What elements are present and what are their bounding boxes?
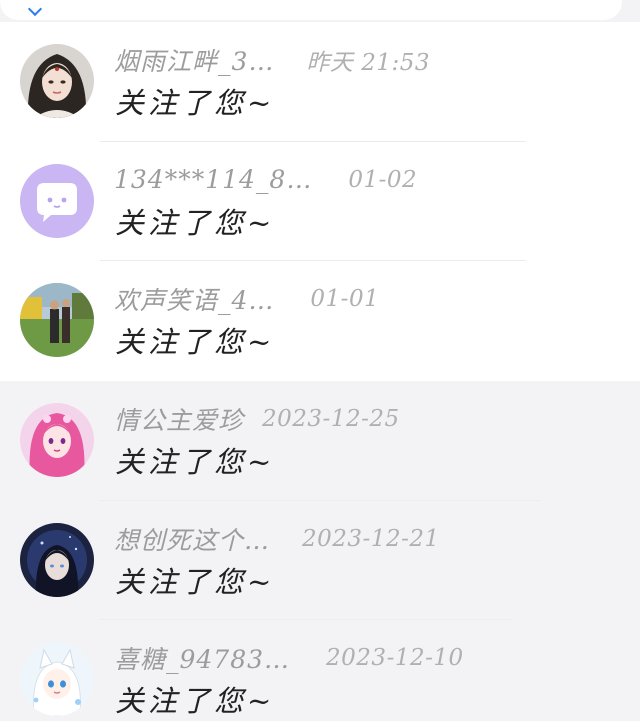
user-name[interactable]: 烟雨江畔_3… (114, 42, 274, 78)
user-name[interactable]: 134***114_8… (114, 165, 312, 194)
item-header: 情公主爱珍 2023-12-25 (114, 401, 400, 437)
avatar[interactable] (20, 44, 94, 118)
pink-anime-girl-icon (20, 403, 94, 478)
message-text: 关注了您~ (115, 325, 276, 360)
list-item[interactable]: 情公主爱珍 2023-12-25 关注了您~ (0, 381, 640, 501)
avatar[interactable] (20, 522, 94, 597)
message-text: 关注了您~ (115, 445, 276, 480)
timestamp: 昨天 21:53 (306, 50, 430, 76)
item-header: 想创死这个… 2023-12-21 (114, 521, 440, 557)
list-item[interactable]: 134***114_8… 01-02 关注了您~ (0, 141, 640, 262)
avatar[interactable] (20, 642, 94, 717)
user-name[interactable]: 喜糖_94783… (114, 640, 290, 676)
timestamp: 01-02 (348, 166, 418, 193)
item-header: 喜糖_94783… 2023-12-10 (114, 640, 464, 676)
chevron-down-icon[interactable] (27, 1, 43, 17)
item-header: 134***114_8… 01-02 (114, 162, 417, 198)
outdoor-photo-icon (20, 283, 94, 358)
chat-bubble-icon (20, 163, 94, 238)
user-name[interactable]: 想创死这个… (114, 521, 270, 557)
avatar[interactable] (20, 163, 94, 238)
list-item[interactable]: 烟雨江畔_3… 昨天 21:53 关注了您~ (0, 22, 640, 142)
timestamp: 01-01 (310, 286, 380, 313)
timestamp: 2023-12-21 (302, 525, 440, 552)
user-name[interactable]: 欢声笑语_4… (114, 281, 274, 317)
list-item[interactable]: 想创死这个… 2023-12-21 关注了您~ (0, 500, 640, 621)
top-card (0, 0, 622, 20)
message-text: 关注了您~ (115, 205, 276, 240)
follow-notifications-screen: 烟雨江畔_3… 昨天 21:53 关注了您~ 134***114_8… 01-0… (0, 0, 640, 721)
avatar[interactable] (20, 283, 94, 358)
ancient-style-woman-icon (20, 44, 94, 118)
dark-anime-character-icon (20, 522, 94, 597)
timestamp: 2023-12-10 (326, 645, 464, 672)
list-item[interactable]: 喜糖_94783… 2023-12-10 关注了您~ (0, 620, 640, 721)
white-cat-girl-icon (20, 642, 94, 717)
item-header: 烟雨江畔_3… 昨天 21:53 (114, 42, 430, 78)
user-name[interactable]: 情公主爱珍 (114, 401, 244, 437)
message-text: 关注了您~ (115, 86, 276, 120)
list-item[interactable]: 欢声笑语_4… 01-01 关注了您~ (0, 261, 640, 382)
message-text: 关注了您~ (115, 564, 276, 599)
notification-list: 烟雨江畔_3… 昨天 21:53 关注了您~ 134***114_8… 01-0… (0, 22, 640, 721)
timestamp: 2023-12-25 (262, 406, 400, 433)
item-header: 欢声笑语_4… 01-01 (114, 281, 379, 317)
avatar[interactable] (20, 403, 94, 478)
message-text: 关注了您~ (115, 684, 276, 719)
